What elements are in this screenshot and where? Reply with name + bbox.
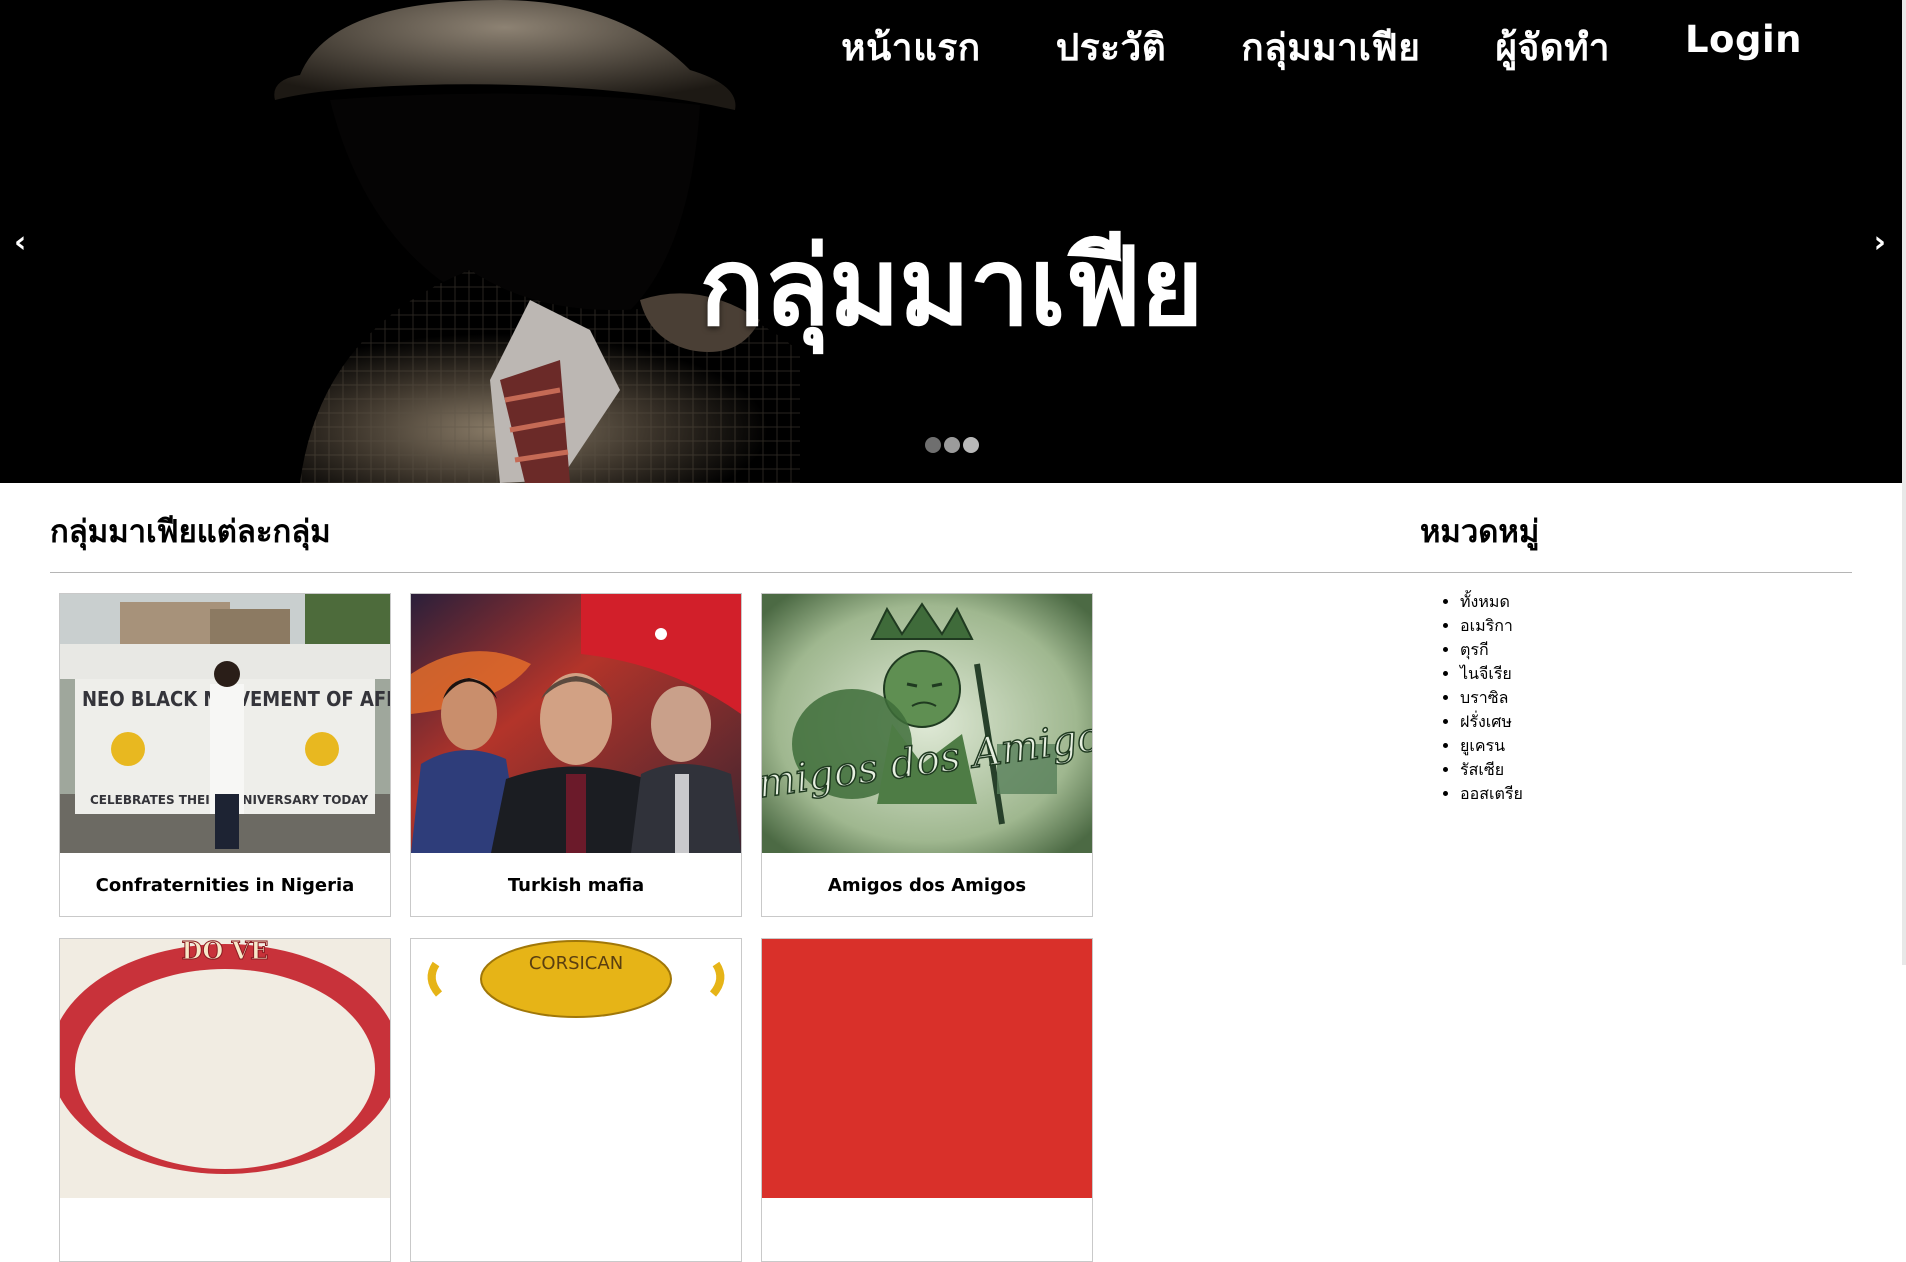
carousel-indicators	[925, 437, 979, 453]
nav-mafia-groups-link[interactable]: กลุ่มมาเฟีย	[1241, 18, 1420, 77]
page-scrollbar[interactable]	[1902, 0, 1906, 965]
nav-home-link[interactable]: หน้าแรก	[841, 18, 981, 77]
card-image	[762, 939, 1092, 1198]
mafia-groups-heading: กลุ่มมาเฟียแต่ละกลุ่ม	[50, 514, 331, 550]
carousel-prev-arrow-icon[interactable]: ‹	[14, 225, 26, 260]
carousel-dot-3[interactable]	[963, 437, 979, 453]
category-item-turkey[interactable]: ตุรกี	[1460, 638, 1523, 662]
top-nav: หน้าแรก ประวัติ กลุ่มมาเฟีย ผู้จัดทำ Log…	[841, 18, 1802, 77]
card-6[interactable]	[761, 938, 1093, 1262]
sidebar-divider	[1420, 572, 1852, 573]
card-confraternities-nigeria[interactable]: NEO BLACK MOVEMENT OF AFRICA CELEBRATES …	[59, 593, 391, 917]
category-item-france[interactable]: ฝรั่งเศษ	[1460, 710, 1523, 734]
card-4[interactable]: DO VE	[59, 938, 391, 1262]
category-item-all[interactable]: ทั้งหมด	[1460, 590, 1523, 614]
card-label: Turkish mafia	[507, 874, 645, 896]
card-image: DO VE	[60, 939, 390, 1198]
carousel-dot-1[interactable]	[925, 437, 941, 453]
category-item-austria[interactable]: ออสเตรีย	[1460, 782, 1523, 806]
card-label: Amigos dos Amigos	[827, 874, 1027, 896]
carousel-next-arrow-icon[interactable]: ›	[1874, 225, 1886, 260]
category-item-brazil[interactable]: บราซิล	[1460, 686, 1523, 710]
nav-creators-link[interactable]: ผู้จัดทำ	[1495, 18, 1610, 77]
card-turkish-mafia[interactable]: Turkish mafia	[410, 593, 742, 917]
category-item-russia[interactable]: รัสเซีย	[1460, 758, 1523, 782]
card-banner-text: CORSICAN	[529, 953, 623, 974]
card-label: Confraternities in Nigeria	[95, 874, 355, 896]
category-list: ทั้งหมด อเมริกา ตุรกี ไนจีเรีย บราซิล ฝร…	[1440, 590, 1523, 806]
categories-heading: หมวดหมู่	[1420, 514, 1540, 550]
card-amigos-dos-amigos[interactable]: Amigos dos Amigos Amigos dos Amigos	[761, 593, 1093, 917]
category-item-america[interactable]: อเมริกา	[1460, 614, 1523, 638]
category-item-ukraine[interactable]: ยูเครน	[1460, 734, 1523, 758]
carousel-dot-2[interactable]	[944, 437, 960, 453]
card-image: NEO BLACK MOVEMENT OF AFRICA CELEBRATES …	[60, 594, 390, 853]
card-banner-text: DO VE	[182, 939, 269, 965]
card-image: CORSICAN	[411, 939, 741, 1198]
nav-login-link[interactable]: Login	[1685, 18, 1802, 77]
card-image	[411, 594, 741, 853]
hero-carousel: หน้าแรก ประวัติ กลุ่มมาเฟีย ผู้จัดทำ Log…	[0, 0, 1902, 483]
nav-history-link[interactable]: ประวัติ	[1056, 18, 1167, 77]
main-divider	[50, 572, 1420, 573]
hero-title: กลุ่มมาเฟีย	[699, 225, 1203, 350]
category-item-nigeria[interactable]: ไนจีเรีย	[1460, 662, 1523, 686]
card-image: Amigos dos Amigos	[762, 594, 1092, 853]
card-5[interactable]: CORSICAN	[410, 938, 742, 1262]
